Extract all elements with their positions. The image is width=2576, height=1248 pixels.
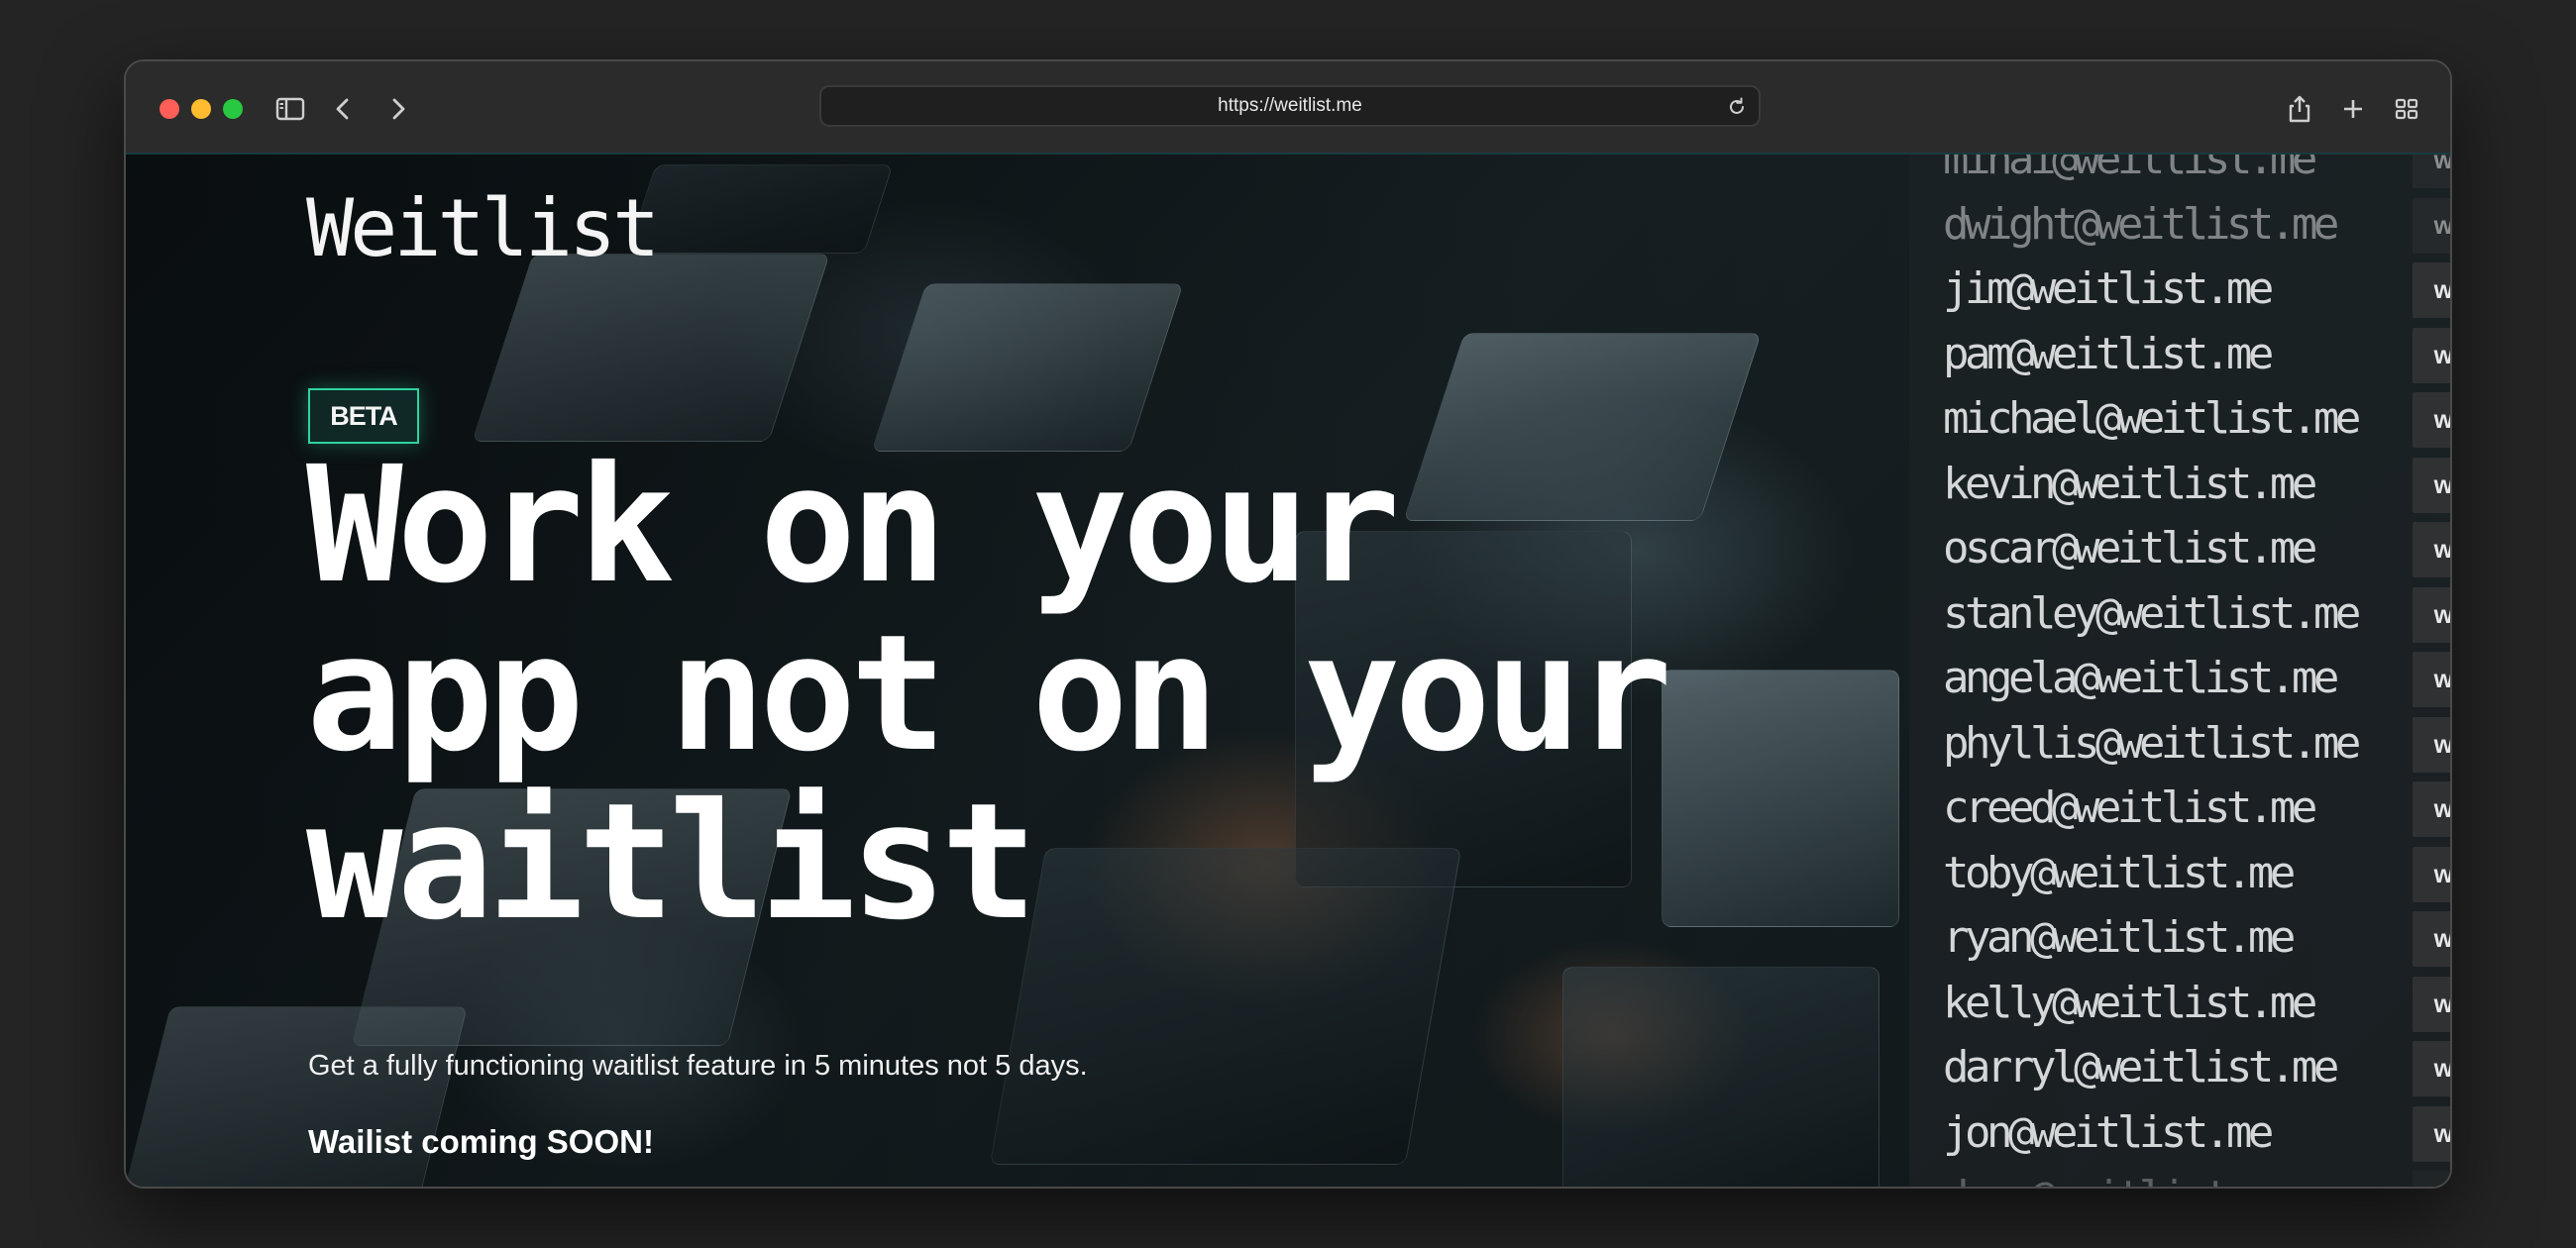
headline-line: waitlist (306, 770, 1037, 956)
email-address: dwight@weitlist.me (1943, 198, 2339, 250)
email-list-item: phyllis@weitlist.me weitlist (1909, 711, 2450, 776)
weitlist-button[interactable]: weitlist (2413, 522, 2450, 577)
browser-toolbar: https://weitlist.me (126, 61, 2450, 155)
site-logo[interactable]: Weitlist (306, 182, 660, 274)
forward-icon[interactable] (379, 91, 415, 127)
email-list-item: darryl@weitlist.me weitlist (1909, 1035, 2450, 1099)
tab-overview-icon[interactable] (2389, 91, 2424, 127)
weitlist-button[interactable]: weitlist (2413, 1041, 2450, 1096)
email-list-item: jim@weitlist.me weitlist (1909, 257, 2450, 321)
email-address: mihai@weitlist.me (1943, 155, 2317, 184)
headline-line: Work on your (306, 433, 1400, 619)
email-address: pam@weitlist.me (1943, 328, 2274, 379)
email-list-panel: mihai@weitlist.meweitlistdwight@weitlist… (1909, 155, 2450, 1187)
email-address: kelly@weitlist.me (1943, 977, 2317, 1028)
email-list-item: stanley@weitlist.me weitlist (1909, 581, 2450, 646)
email-list-item: kelly@weitlist.me weitlist (1909, 971, 2450, 1035)
weitlist-button[interactable]: weitlist (2413, 846, 2450, 902)
email-address: phyllis@weitlist.me (1943, 717, 2361, 769)
weitlist-button[interactable]: weitlist (2413, 976, 2450, 1032)
weitlist-button[interactable]: weitlist (2413, 392, 2450, 448)
email-address: jim@weitlist.me (1943, 263, 2274, 314)
email-address: ryan@weitlist.me (1943, 912, 2296, 963)
weitlist-button[interactable]: weitlist (2413, 911, 2450, 967)
email-address: angela@weitlist.me (1943, 653, 2339, 703)
sidebar-toggle-icon[interactable] (272, 91, 308, 127)
headline-line: app not on your (306, 601, 1672, 787)
email-address: creed@weitlist.me (1943, 782, 2317, 833)
weitlist-button[interactable]: weitlist (2413, 652, 2450, 707)
weitlist-button[interactable]: weitlist (2413, 1105, 2450, 1162)
share-icon[interactable] (2282, 91, 2317, 127)
email-list-item: oscar@weitlist.me weitlist (1909, 516, 2450, 580)
email-address: jon@weitlist.me (1943, 1106, 2274, 1158)
maximize-window-button[interactable] (223, 99, 243, 119)
email-list-item: pam@weitlist.me weitlist (1909, 322, 2450, 386)
url-text: https://weitlist.me (1218, 95, 1362, 116)
email-list-item: creed@weitlist.me weitlist (1909, 776, 2450, 840)
email-list-item: dwight@weitlist.me weitlist (1909, 192, 2450, 257)
weitlist-button[interactable]: weitlist (2413, 586, 2450, 643)
email-list-item: ryan@weitlist.me weitlist (1909, 905, 2450, 970)
email-list-item: jon@weitlist.me weitlist (1909, 1100, 2450, 1165)
email-address: stanley@weitlist.me (1943, 587, 2361, 639)
weitlist-button[interactable]: weitlist (2413, 197, 2450, 254)
weitlist-button[interactable]: weitlist (2413, 781, 2450, 837)
weitlist-button[interactable]: weitlist (2413, 155, 2450, 188)
weitlist-button[interactable]: weitlist (2413, 1171, 2450, 1187)
page-subtitle: Get a fully functioning waitlist feature… (308, 1050, 1088, 1082)
weitlist-button[interactable]: weitlist (2413, 716, 2450, 773)
coming-soon-text: Wailist coming SOON! (308, 1123, 654, 1160)
email-list-item: toby@weitlist.me weitlist (1909, 841, 2450, 905)
email-list-item: mihai@weitlist.me weitlist (1909, 155, 2450, 191)
email-address: toby@weitlist.me (1943, 847, 2296, 898)
email-address: michael@weitlist.me (1943, 393, 2361, 444)
email-list-item: angela@weitlist.me weitlist (1909, 646, 2450, 710)
close-window-button[interactable] (160, 99, 179, 119)
weitlist-button[interactable]: weitlist (2413, 457, 2450, 513)
email-address: kevin@weitlist.me (1943, 458, 2317, 509)
email-address: oscar@weitlist.me (1943, 523, 2317, 573)
minimize-window-button[interactable] (191, 99, 211, 119)
browser-window: https://weitlist.me Weitlist BETA Work o… (124, 59, 2452, 1189)
address-bar[interactable]: https://weitlist.me (819, 85, 1761, 127)
back-icon[interactable] (326, 91, 362, 127)
email-address: darryl@weitlist.me (1943, 1042, 2339, 1092)
reload-icon[interactable] (1725, 95, 1749, 119)
new-tab-icon[interactable] (2335, 91, 2371, 127)
weitlist-button[interactable]: weitlist (2413, 262, 2450, 318)
email-list-item: dave@weitlist.me weitlist (1909, 1165, 2450, 1187)
email-address: dave@weitlist.me (1943, 1165, 2296, 1187)
email-list-item: michael@weitlist.me weitlist (1909, 386, 2450, 451)
email-list-item: kevin@weitlist.me weitlist (1909, 452, 2450, 516)
weitlist-button[interactable]: weitlist (2413, 327, 2450, 383)
page-headline: Work on your app not on your waitlist (306, 442, 1792, 947)
